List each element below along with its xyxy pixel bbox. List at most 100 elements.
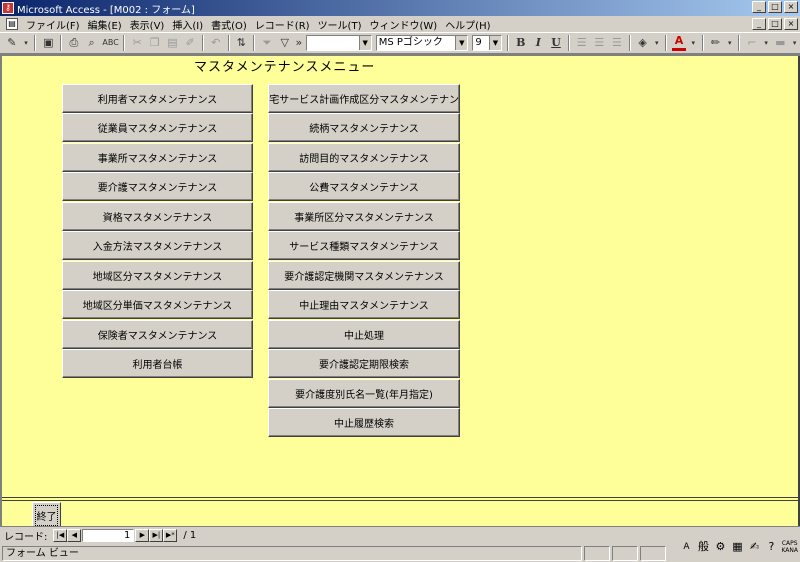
qualification-master-button[interactable]: 資格マスタメンテナンス xyxy=(62,202,253,231)
service-type-master-button[interactable]: サービス種類マスタメンテナンス xyxy=(268,231,460,260)
chevron-down-icon: ▼ xyxy=(455,36,468,50)
title-bar: ⚷ Microsoft Access - [M002 : フォーム] _ □ × xyxy=(0,0,800,16)
dropdown-arrow-icon[interactable]: ▾ xyxy=(653,35,660,51)
status-indicator xyxy=(640,545,666,561)
sort-icon[interactable]: ⇅ xyxy=(235,35,249,51)
new-record-button[interactable]: ▶* xyxy=(163,529,178,542)
office-master-button[interactable]: 事業所マスタメンテナンス xyxy=(62,143,253,172)
first-record-button[interactable]: |◀ xyxy=(53,529,68,542)
toolbar-separator xyxy=(738,35,741,51)
restore-button[interactable]: □ xyxy=(768,1,782,13)
design-view-icon[interactable]: ✎ xyxy=(5,35,19,51)
italic-button[interactable]: I xyxy=(532,35,546,51)
public-expense-master-button[interactable]: 公費マスタメンテナンス xyxy=(268,172,460,201)
dropdown-arrow-icon[interactable]: ▾ xyxy=(791,35,798,51)
menu-file[interactable]: ファイル(F) xyxy=(22,17,84,32)
region-unit-price-master-button[interactable]: 地域区分単価マスタメンテナンス xyxy=(62,290,253,319)
cut-icon[interactable]: ✂ xyxy=(130,35,144,51)
menu-tools[interactable]: ツール(T) xyxy=(314,17,366,32)
align-left-icon[interactable]: ☰ xyxy=(575,35,589,51)
ime-kanji-mode[interactable]: 般 xyxy=(696,540,710,554)
mdi-window-controls: _ □ × xyxy=(752,18,798,30)
form-document-icon[interactable]: ▤ xyxy=(6,18,18,30)
care-level-master-button[interactable]: 要介護マスタメンテナンス xyxy=(62,172,253,201)
filter-icon[interactable]: ⏷ xyxy=(260,35,274,51)
menu-window[interactable]: ウィンドウ(W) xyxy=(365,17,441,32)
menu-help[interactable]: ヘルプ(H) xyxy=(441,17,494,32)
menu-format[interactable]: 書式(O) xyxy=(207,17,251,32)
status-text: フォーム ビュー xyxy=(2,545,582,561)
ime-tray: A 般 ⚙ ▦ ✍ ? CAPS KANA xyxy=(679,540,798,554)
align-center-icon[interactable]: ☰ xyxy=(592,35,606,51)
menu-records[interactable]: レコード(R) xyxy=(251,17,314,32)
care-plan-category-master-button[interactable]: 居宅サービス計画作成区分マスタメンテナンス xyxy=(268,84,460,113)
ime-dictionary-icon[interactable]: ✍ xyxy=(747,540,761,554)
dropdown-arrow-icon[interactable]: ▾ xyxy=(726,35,733,51)
care-certification-agency-master-button[interactable]: 要介護認定機関マスタメンテナンス xyxy=(268,261,460,290)
ime-pad-icon[interactable]: ▦ xyxy=(730,540,744,554)
region-category-master-button[interactable]: 地域区分マスタメンテナンス xyxy=(62,261,253,290)
filter-form-icon[interactable]: ▽ xyxy=(278,35,292,51)
previous-record-button[interactable]: ◀ xyxy=(67,529,82,542)
access-app-icon[interactable]: ⚷ xyxy=(2,2,14,14)
current-record-input[interactable]: 1 xyxy=(82,529,135,542)
paste-icon[interactable]: ▤ xyxy=(166,35,180,51)
border-icon[interactable]: ⌐ xyxy=(745,35,759,51)
font-color-icon[interactable]: A xyxy=(672,35,686,51)
mdi-close-button[interactable]: × xyxy=(784,18,798,30)
dropdown-arrow-icon[interactable]: ▾ xyxy=(690,35,697,51)
bold-button[interactable]: B xyxy=(514,35,528,51)
toolbar-separator xyxy=(701,35,704,51)
relationship-master-button[interactable]: 続柄マスタメンテナンス xyxy=(268,113,460,142)
font-name-combo[interactable]: MS Pゴシック ▼ xyxy=(375,35,469,51)
copy-icon[interactable]: ❐ xyxy=(148,35,162,51)
cancel-history-search-button[interactable]: 中止履歴検索 xyxy=(268,408,460,437)
menu-view[interactable]: 表示(V) xyxy=(126,17,169,32)
office-category-master-button[interactable]: 事業所区分マスタメンテナンス xyxy=(268,202,460,231)
certification-deadline-search-button[interactable]: 要介護認定期限検索 xyxy=(268,349,460,378)
payment-method-master-button[interactable]: 入金方法マスタメンテナンス xyxy=(62,231,253,260)
dropdown-arrow-icon[interactable]: ▾ xyxy=(23,35,30,51)
print-icon[interactable]: ⎙ xyxy=(67,35,81,51)
menu-edit[interactable]: 編集(E) xyxy=(84,17,126,32)
format-painter-icon[interactable]: ✐ xyxy=(183,35,197,51)
toolbar-separator xyxy=(628,35,631,51)
align-right-icon[interactable]: ☰ xyxy=(610,35,624,51)
toolbar-separator xyxy=(34,35,37,51)
spelling-icon[interactable]: ABC xyxy=(102,35,118,51)
print-preview-icon[interactable]: ⌕ xyxy=(85,35,99,51)
employee-master-button[interactable]: 従業員マスタメンテナンス xyxy=(62,113,253,142)
insurer-master-button[interactable]: 保険者マスタメンテナンス xyxy=(62,320,253,349)
exit-button[interactable]: 終了 xyxy=(32,502,61,529)
cancel-reason-master-button[interactable]: 中止理由マスタメンテナンス xyxy=(268,290,460,319)
next-record-button[interactable]: ▶ xyxy=(135,529,150,542)
status-indicator xyxy=(612,545,638,561)
toolbar-separator xyxy=(227,35,230,51)
mdi-restore-button[interactable]: □ xyxy=(768,18,782,30)
close-button[interactable]: × xyxy=(784,1,798,13)
dropdown-arrow-icon[interactable]: ▾ xyxy=(763,35,770,51)
object-combo[interactable]: ▼ xyxy=(306,35,372,51)
ime-mode-icon[interactable]: A xyxy=(679,540,693,554)
font-size-combo[interactable]: 9 ▼ xyxy=(472,35,502,51)
save-icon[interactable]: ▣ xyxy=(41,35,55,51)
underline-button[interactable]: U xyxy=(549,35,563,51)
ime-help-icon[interactable]: ? xyxy=(764,540,778,554)
fill-color-icon[interactable]: ◈ xyxy=(636,35,650,51)
more-icon[interactable]: » xyxy=(296,35,303,51)
ime-settings-icon[interactable]: ⚙ xyxy=(713,540,727,554)
minimize-button[interactable]: _ xyxy=(752,1,766,13)
care-level-name-list-button[interactable]: 要介護度別氏名一覧(年月指定) xyxy=(268,379,460,408)
chevron-down-icon: ▼ xyxy=(358,36,371,50)
line-style-icon[interactable]: ▬ xyxy=(774,35,788,51)
undo-icon[interactable]: ↶ xyxy=(209,35,223,51)
status-indicator xyxy=(584,545,610,561)
user-ledger-button[interactable]: 利用者台帳 xyxy=(62,349,253,378)
menu-insert[interactable]: 挿入(I) xyxy=(168,17,207,32)
mdi-minimize-button[interactable]: _ xyxy=(752,18,766,30)
user-master-button[interactable]: 利用者マスタメンテナンス xyxy=(62,84,253,113)
visit-purpose-master-button[interactable]: 訪問目的マスタメンテナンス xyxy=(268,143,460,172)
line-color-icon[interactable]: ✏ xyxy=(709,35,723,51)
last-record-button[interactable]: ▶| xyxy=(149,529,164,542)
cancel-process-button[interactable]: 中止処理 xyxy=(268,320,460,349)
